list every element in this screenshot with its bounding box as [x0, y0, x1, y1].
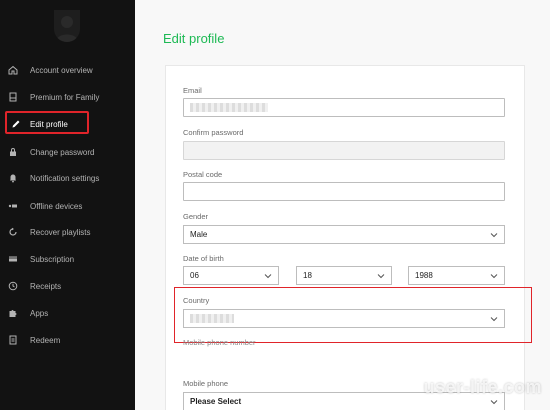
dob-day-select[interactable]: 06: [183, 266, 279, 285]
sidebar-item-label: Change password: [30, 147, 95, 157]
lock-icon: [8, 147, 18, 157]
redeem-icon: [8, 335, 18, 345]
dob-day-value: 06: [190, 271, 199, 280]
gender-value: Male: [190, 230, 208, 239]
device-icon: [8, 92, 18, 102]
chevron-down-icon: [490, 272, 498, 280]
main-content: Edit profile: [135, 0, 550, 410]
gender-label: Gender: [183, 212, 209, 221]
dob-month-value: 18: [303, 271, 312, 280]
offline-devices-icon: [8, 201, 18, 211]
sidebar-item-apps[interactable]: Apps: [0, 303, 135, 323]
email-label: Email: [183, 86, 202, 95]
card-icon: [8, 254, 18, 264]
country-select[interactable]: [183, 309, 505, 328]
gender-select[interactable]: Male: [183, 225, 505, 244]
confirm-password-field[interactable]: [183, 141, 505, 160]
email-field[interactable]: [183, 98, 505, 117]
chevron-down-icon: [490, 315, 498, 323]
sidebar-item-label: Redeem: [30, 335, 61, 345]
sidebar-item-label: Receipts: [30, 281, 62, 291]
sidebar-item-change-password[interactable]: Change password: [0, 142, 135, 162]
dob-label: Date of birth: [183, 254, 224, 263]
mobile-phone-value: Please Select: [190, 397, 242, 406]
sidebar-item-label: Subscription: [30, 254, 75, 264]
bell-icon: [8, 173, 18, 183]
chevron-down-icon: [264, 272, 272, 280]
sidebar-item-label: Premium for Family: [30, 92, 100, 102]
recover-icon: [8, 227, 18, 237]
clock-icon: [8, 281, 18, 291]
sidebar-item-label: Notification settings: [30, 173, 100, 183]
avatar[interactable]: [54, 10, 80, 42]
sidebar-item-account-overview[interactable]: Account overview: [0, 60, 135, 80]
puzzle-icon: [8, 308, 18, 318]
sidebar-item-receipts[interactable]: Receipts: [0, 276, 135, 296]
mobile-phone-label: Mobile phone: [183, 379, 229, 388]
blurred-value: [190, 314, 234, 323]
highlight-box: [5, 111, 89, 134]
watermark: user-life.com: [423, 377, 542, 397]
postal-code-label: Postal code: [183, 170, 223, 179]
sidebar: Account overview Premium for Family Edit…: [0, 0, 135, 410]
dob-year-select[interactable]: 1988: [408, 266, 505, 285]
dob-year-value: 1988: [415, 271, 433, 280]
chevron-down-icon: [377, 272, 385, 280]
mobile-number-label: Mobile phone number: [183, 338, 256, 347]
sidebar-item-recover-playlists[interactable]: Recover playlists: [0, 222, 135, 242]
dob-month-select[interactable]: 18: [296, 266, 392, 285]
blurred-value: [190, 103, 268, 112]
sidebar-item-label: Offline devices: [30, 201, 83, 211]
sidebar-item-premium-for-family[interactable]: Premium for Family: [0, 87, 135, 107]
postal-code-field[interactable]: [183, 182, 505, 201]
confirm-password-label: Confirm password: [183, 128, 244, 137]
sidebar-item-redeem[interactable]: Redeem: [0, 330, 135, 350]
sidebar-item-label: Recover playlists: [30, 227, 91, 237]
chevron-down-icon: [490, 398, 498, 406]
chevron-down-icon: [490, 231, 498, 239]
sidebar-item-offline-devices[interactable]: Offline devices: [0, 196, 135, 216]
country-label: Country: [183, 296, 210, 305]
sidebar-item-label: Apps: [30, 308, 49, 318]
page-title: Edit profile: [163, 31, 225, 46]
sidebar-item-label: Account overview: [30, 65, 93, 75]
home-icon: [8, 65, 18, 75]
sidebar-item-notification-settings[interactable]: Notification settings: [0, 168, 135, 188]
sidebar-item-subscription[interactable]: Subscription: [0, 249, 135, 269]
